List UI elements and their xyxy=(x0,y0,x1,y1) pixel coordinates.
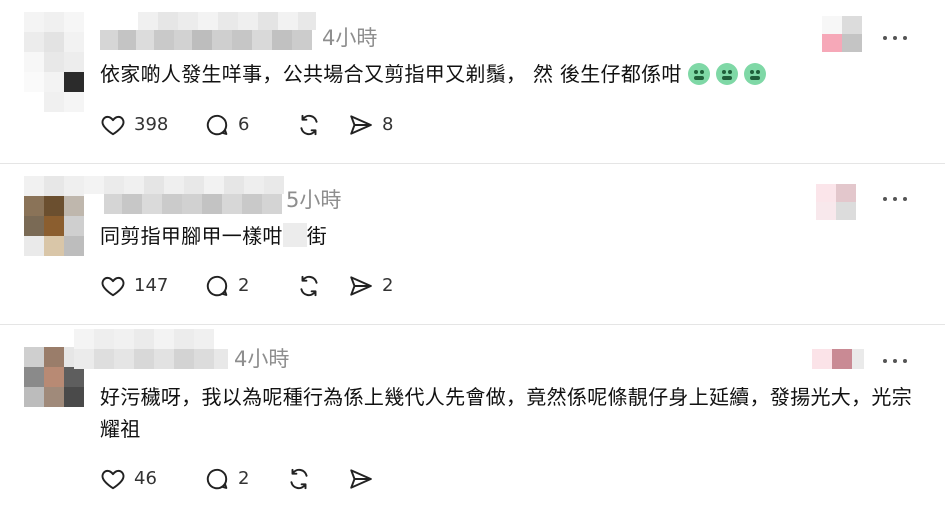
comment-text: 依家啲人發生咩事，公共場合又剪指甲又剃鬚， 然 後生仔都係咁 xyxy=(100,58,920,90)
media-thumbnail[interactable] xyxy=(816,184,856,220)
action-bar: 147 2 2 xyxy=(100,272,408,300)
speech-bubble-icon xyxy=(206,468,228,490)
repost-button[interactable] xyxy=(296,273,348,299)
reply-button[interactable]: 6 xyxy=(204,112,296,138)
like-count: 46 xyxy=(134,468,157,489)
like-button[interactable]: 398 xyxy=(100,112,204,138)
paper-plane-icon xyxy=(350,469,372,489)
comment-text: 好污穢呀，我以為呢種行為係上幾代人先會做，竟然係呢條靚仔身上延續，發揚光大，光宗… xyxy=(100,385,912,441)
more-options-icon[interactable] xyxy=(883,194,911,204)
username[interactable] xyxy=(104,194,282,214)
repost-arrows-icon xyxy=(300,114,318,136)
heart-icon xyxy=(101,469,125,490)
repost-button[interactable] xyxy=(296,112,348,138)
comment-body-end: 街 xyxy=(306,224,328,248)
nauseated-face-icon xyxy=(687,63,710,85)
paper-plane-icon xyxy=(350,276,372,296)
heart-icon xyxy=(101,115,125,136)
avatar[interactable] xyxy=(24,12,84,112)
heart-icon xyxy=(101,276,125,297)
nauseated-face-icon xyxy=(715,63,738,85)
media-thumbnail[interactable] xyxy=(822,16,862,52)
like-button[interactable]: 46 xyxy=(100,466,204,492)
share-button[interactable]: 8 xyxy=(348,112,408,138)
censored-word xyxy=(282,223,307,247)
repost-button[interactable] xyxy=(286,466,348,492)
share-count: 8 xyxy=(382,114,394,135)
comment-2: 5小時 同剪指甲腳甲一樣咁街 147 2 2 xyxy=(0,164,945,324)
username-top-blur xyxy=(74,329,214,349)
comment-body: 依家啲人發生咩事，公共場合又剪指甲又剃鬚， 然 後生仔都係咁 xyxy=(100,62,682,86)
like-count: 147 xyxy=(134,275,169,296)
speech-bubble-icon xyxy=(206,275,228,297)
action-bar: 46 2 xyxy=(100,465,388,493)
speech-bubble-icon xyxy=(206,114,228,136)
reply-count: 6 xyxy=(238,114,250,135)
reply-count: 2 xyxy=(238,275,250,296)
timestamp[interactable]: 5小時 xyxy=(286,188,341,212)
reply-count: 2 xyxy=(238,468,250,489)
share-button[interactable]: 2 xyxy=(348,273,408,299)
paper-plane-icon xyxy=(350,115,372,135)
action-bar: 398 6 8 xyxy=(100,111,408,139)
nauseated-face-icon xyxy=(743,63,766,85)
repost-arrows-icon xyxy=(290,468,308,490)
like-count: 398 xyxy=(134,114,169,135)
share-button[interactable] xyxy=(348,466,388,492)
repost-arrows-icon xyxy=(300,275,318,297)
more-options-icon[interactable] xyxy=(883,356,911,366)
reply-button[interactable]: 2 xyxy=(204,466,286,492)
comment-text: 同剪指甲腳甲一樣咁街 xyxy=(100,220,920,252)
timestamp[interactable]: 4小時 xyxy=(322,26,377,50)
media-thumbnail[interactable] xyxy=(812,349,864,369)
comment-1: 4小時 依家啲人發生咩事，公共場合又剪指甲又剃鬚， 然 後生仔都係咁 398 6… xyxy=(0,0,945,163)
share-count: 2 xyxy=(382,275,394,296)
timestamp[interactable]: 4小時 xyxy=(234,347,289,371)
reply-button[interactable]: 2 xyxy=(204,273,296,299)
comment-3: 4小時 好污穢呀，我以為呢種行為係上幾代人先會做，竟然係呢條靚仔身上延續，發揚光… xyxy=(0,325,945,515)
like-button[interactable]: 147 xyxy=(100,273,204,299)
more-options-icon[interactable] xyxy=(883,33,911,43)
comment-body: 同剪指甲腳甲一樣咁 xyxy=(100,224,283,248)
username[interactable] xyxy=(100,30,312,50)
username-top-blur xyxy=(138,12,316,30)
username[interactable] xyxy=(74,349,228,369)
username-top-blur xyxy=(84,176,284,194)
avatar[interactable] xyxy=(24,176,84,256)
